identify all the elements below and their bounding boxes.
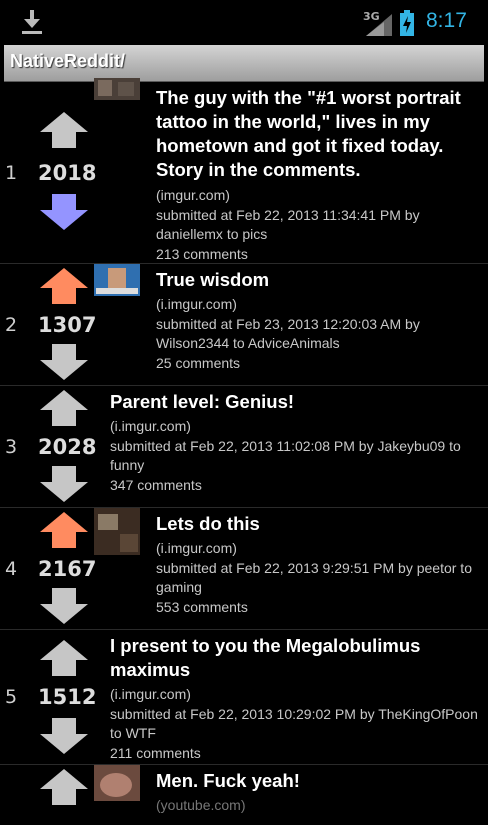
- post-content[interactable]: Men. Fuck yeah! (youtube.com): [156, 769, 478, 815]
- post-item[interactable]: 1 2018 The guy with the "#1 worst portra…: [0, 78, 488, 264]
- post-domain: (i.imgur.com): [110, 418, 191, 434]
- post-item[interactable]: 3 2028 Parent level: Genius! (i.imgur.co…: [0, 386, 488, 508]
- post-submitted-info: submitted at Feb 23, 2013 12:20:03 AM by…: [156, 316, 420, 351]
- upvote-arrow-icon[interactable]: [40, 512, 88, 548]
- post-score: 2028: [38, 435, 97, 459]
- status-bar: 3G 8:17: [0, 0, 488, 44]
- downvote-arrow-icon[interactable]: [40, 194, 88, 230]
- post-item[interactable]: 2 1307 True wisdom (i.imgur.com) submitt…: [0, 264, 488, 386]
- post-content[interactable]: Lets do this (i.imgur.com) submitted at …: [156, 512, 478, 617]
- post-rank: 4: [5, 558, 18, 580]
- upvote-arrow-icon[interactable]: [40, 640, 88, 676]
- post-list[interactable]: 1 2018 The guy with the "#1 worst portra…: [0, 78, 488, 825]
- signal-strength-icon: [366, 14, 392, 36]
- upvote-arrow-icon[interactable]: [40, 390, 88, 426]
- post-content[interactable]: True wisdom (i.imgur.com) submitted at F…: [156, 268, 478, 373]
- post-comments-link[interactable]: 347 comments: [110, 476, 478, 495]
- post-title[interactable]: The guy with the "#1 worst portrait tatt…: [156, 86, 478, 182]
- upvote-arrow-icon[interactable]: [40, 268, 88, 304]
- post-submitted-info: submitted at Feb 22, 2013 9:29:51 PM by …: [156, 560, 472, 595]
- post-title[interactable]: I present to you the Megalobulimus maxim…: [110, 634, 478, 682]
- app-title-bar: NativeReddit/: [4, 45, 484, 82]
- upvote-arrow-icon[interactable]: [40, 769, 88, 805]
- post-content[interactable]: The guy with the "#1 worst portrait tatt…: [156, 86, 478, 264]
- downvote-arrow-icon[interactable]: [40, 344, 88, 380]
- clock: 8:17: [426, 9, 467, 32]
- downvote-arrow-icon[interactable]: [40, 718, 88, 754]
- post-title[interactable]: Men. Fuck yeah!: [156, 769, 478, 793]
- post-domain: (i.imgur.com): [156, 540, 237, 556]
- post-rank: 2: [5, 314, 18, 336]
- post-comments-link[interactable]: 211 comments: [110, 744, 478, 763]
- post-item[interactable]: 5 1512 I present to you the Megalobulimu…: [0, 630, 488, 765]
- downvote-arrow-icon[interactable]: [40, 588, 88, 624]
- post-rank: 3: [5, 436, 18, 458]
- upvote-arrow-icon[interactable]: [40, 112, 88, 148]
- post-score: 1512: [38, 685, 97, 709]
- post-score: 1307: [38, 313, 97, 337]
- post-submitted-info: submitted at Feb 22, 2013 11:02:08 PM by…: [110, 438, 461, 473]
- post-comments-link[interactable]: 213 comments: [156, 245, 478, 264]
- post-score: 2167: [38, 557, 97, 581]
- post-rank: 5: [5, 686, 18, 708]
- post-title[interactable]: True wisdom: [156, 268, 478, 292]
- post-domain: (i.imgur.com): [156, 296, 237, 312]
- post-domain: (i.imgur.com): [110, 686, 191, 702]
- post-item[interactable]: Men. Fuck yeah! (youtube.com): [0, 765, 488, 825]
- post-thumbnail[interactable]: [94, 765, 140, 801]
- post-thumbnail[interactable]: [94, 78, 140, 100]
- post-content[interactable]: I present to you the Megalobulimus maxim…: [110, 634, 478, 763]
- post-score: 2018: [38, 161, 97, 185]
- post-title[interactable]: Lets do this: [156, 512, 478, 536]
- downvote-arrow-icon[interactable]: [40, 466, 88, 502]
- app-title: NativeReddit/: [10, 51, 126, 71]
- post-comments-link[interactable]: 553 comments: [156, 598, 478, 617]
- post-submitted-info: submitted at Feb 22, 2013 10:29:02 PM by…: [110, 706, 478, 741]
- post-comments-link[interactable]: 25 comments: [156, 354, 478, 373]
- download-notification-icon: [22, 10, 42, 34]
- post-content[interactable]: Parent level: Genius! (i.imgur.com) subm…: [110, 390, 478, 495]
- post-thumbnail[interactable]: [94, 264, 140, 296]
- post-domain: (youtube.com): [156, 797, 246, 813]
- post-submitted-info: submitted at Feb 22, 2013 11:34:41 PM by…: [156, 207, 420, 242]
- post-title[interactable]: Parent level: Genius!: [110, 390, 478, 414]
- battery-charging-icon: [400, 10, 414, 36]
- post-thumbnail[interactable]: [94, 508, 140, 555]
- post-domain: (imgur.com): [156, 187, 230, 203]
- post-item[interactable]: 4 2167 Lets do this (i.imgur.com) submit…: [0, 508, 488, 630]
- post-rank: 1: [5, 162, 18, 184]
